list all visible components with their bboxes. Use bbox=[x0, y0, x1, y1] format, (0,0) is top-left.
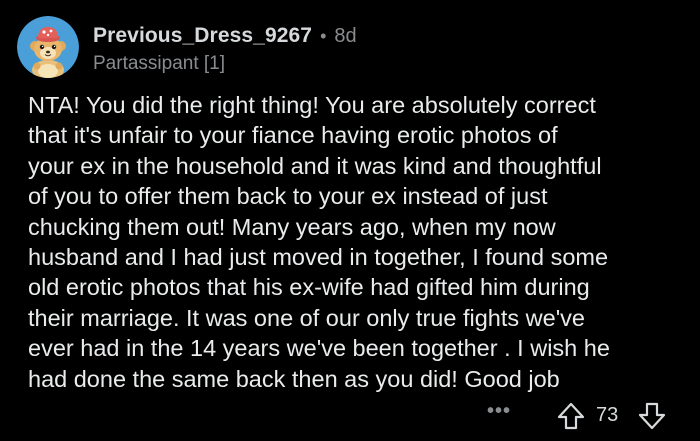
vote-score: 73 bbox=[596, 404, 619, 426]
more-options-icon[interactable]: ••• bbox=[487, 400, 511, 423]
username[interactable]: Previous_Dress_9267 bbox=[93, 24, 312, 48]
comment-header: Previous_Dress_9267 • 8d bbox=[93, 24, 357, 48]
user-flair: Partassipant [1] bbox=[93, 53, 226, 74]
upvote-arrow-icon[interactable] bbox=[556, 401, 586, 431]
comment-body: NTA! You did the right thing! You are ab… bbox=[28, 92, 610, 392]
comment: Previous_Dress_9267 • 8d Partassipant [1… bbox=[0, 0, 700, 441]
downvote-arrow-icon[interactable] bbox=[637, 401, 667, 431]
user-avatar[interactable] bbox=[17, 16, 79, 78]
comment-actions: ••• 73 bbox=[0, 398, 700, 434]
comment-age: 8d bbox=[334, 24, 357, 47]
separator-dot: • bbox=[320, 25, 327, 46]
snoo-avatar-icon bbox=[17, 16, 79, 78]
